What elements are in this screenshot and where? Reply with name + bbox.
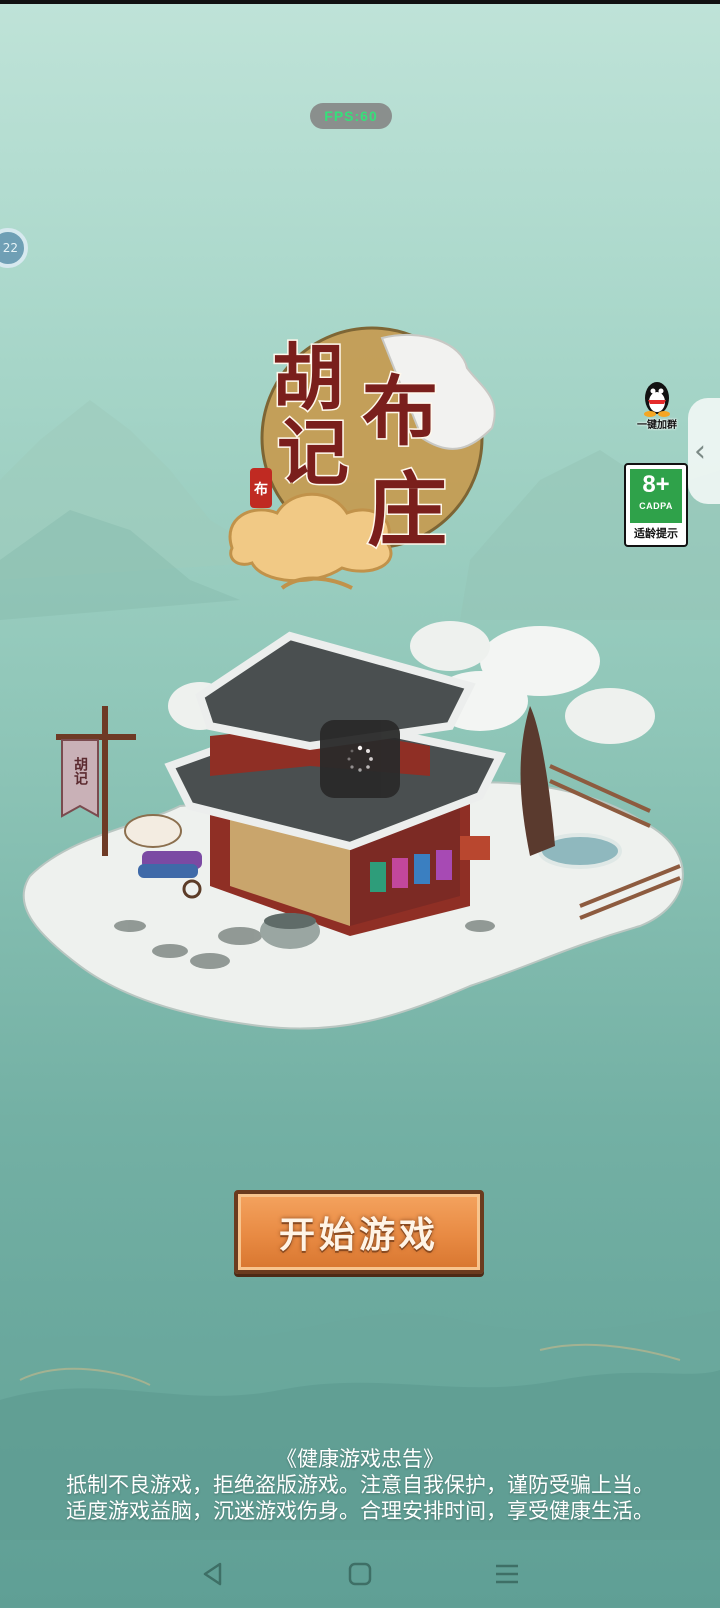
water-jar [260,913,320,949]
nav-menu-button[interactable] [489,1556,525,1592]
age-rating-badge[interactable]: 8+ CADPA 适龄提示 [624,463,688,547]
notice-line-1: 抵制不良游戏，拒绝盗版游戏。注意自我保护，谨防受骗上当。 [66,1473,654,1497]
qq-join-label: 一键加群 [637,420,677,431]
age-rating-tip: 适龄提示 [634,527,678,540]
logo-char-3: 布 [362,367,438,456]
spinner-icon [347,745,373,772]
menu-icon [495,1564,518,1584]
chevron-left-icon: ‹ [694,433,706,469]
age-rating-org: CADPA [639,501,673,511]
logo-char-2: 记 [277,410,349,495]
qq-join-group[interactable]: 一键加群 [628,378,686,434]
nav-back-button[interactable] [195,1556,231,1592]
qq-penguin-icon [644,382,670,417]
side-drawer-handle[interactable]: ‹ [688,398,720,504]
snowy-shop-illustration: 胡记 [22,621,684,1030]
home-icon [348,1562,372,1586]
notice-line-2: 适度游戏益脑，沉迷游戏伤身。合理安排时间，享受健康生活。 [66,1499,654,1523]
floating-ball-label: 22 [2,241,18,255]
nav-home-button[interactable] [342,1556,378,1592]
banner-text: 胡记 [72,756,88,786]
floating-assist-ball[interactable]: 22 [0,228,28,268]
top-edge [0,0,720,4]
game-logo: 胡 记 布 庄 布 [228,326,496,590]
logo-char-1: 胡 [272,335,344,420]
logo-char-4: 庄 [367,463,447,557]
logo-seal-text: 布 [254,481,268,498]
health-game-notice: 《健康游戏忠告》 抵制不良游戏，拒绝盗版游戏。注意自我保护，谨防受骗上当。 适度… [0,1446,720,1524]
start-game-button[interactable]: 开始游戏 [234,1190,484,1274]
system-navigation-bar [0,1540,720,1608]
back-icon [204,1562,222,1586]
loading-spinner [320,720,400,798]
fps-counter: FPS:60 [310,103,392,129]
age-rating-box: 8+ CADPA [630,469,682,523]
notice-title: 《健康游戏忠告》 [276,1447,444,1471]
age-rating-number: 8+ [642,471,670,498]
